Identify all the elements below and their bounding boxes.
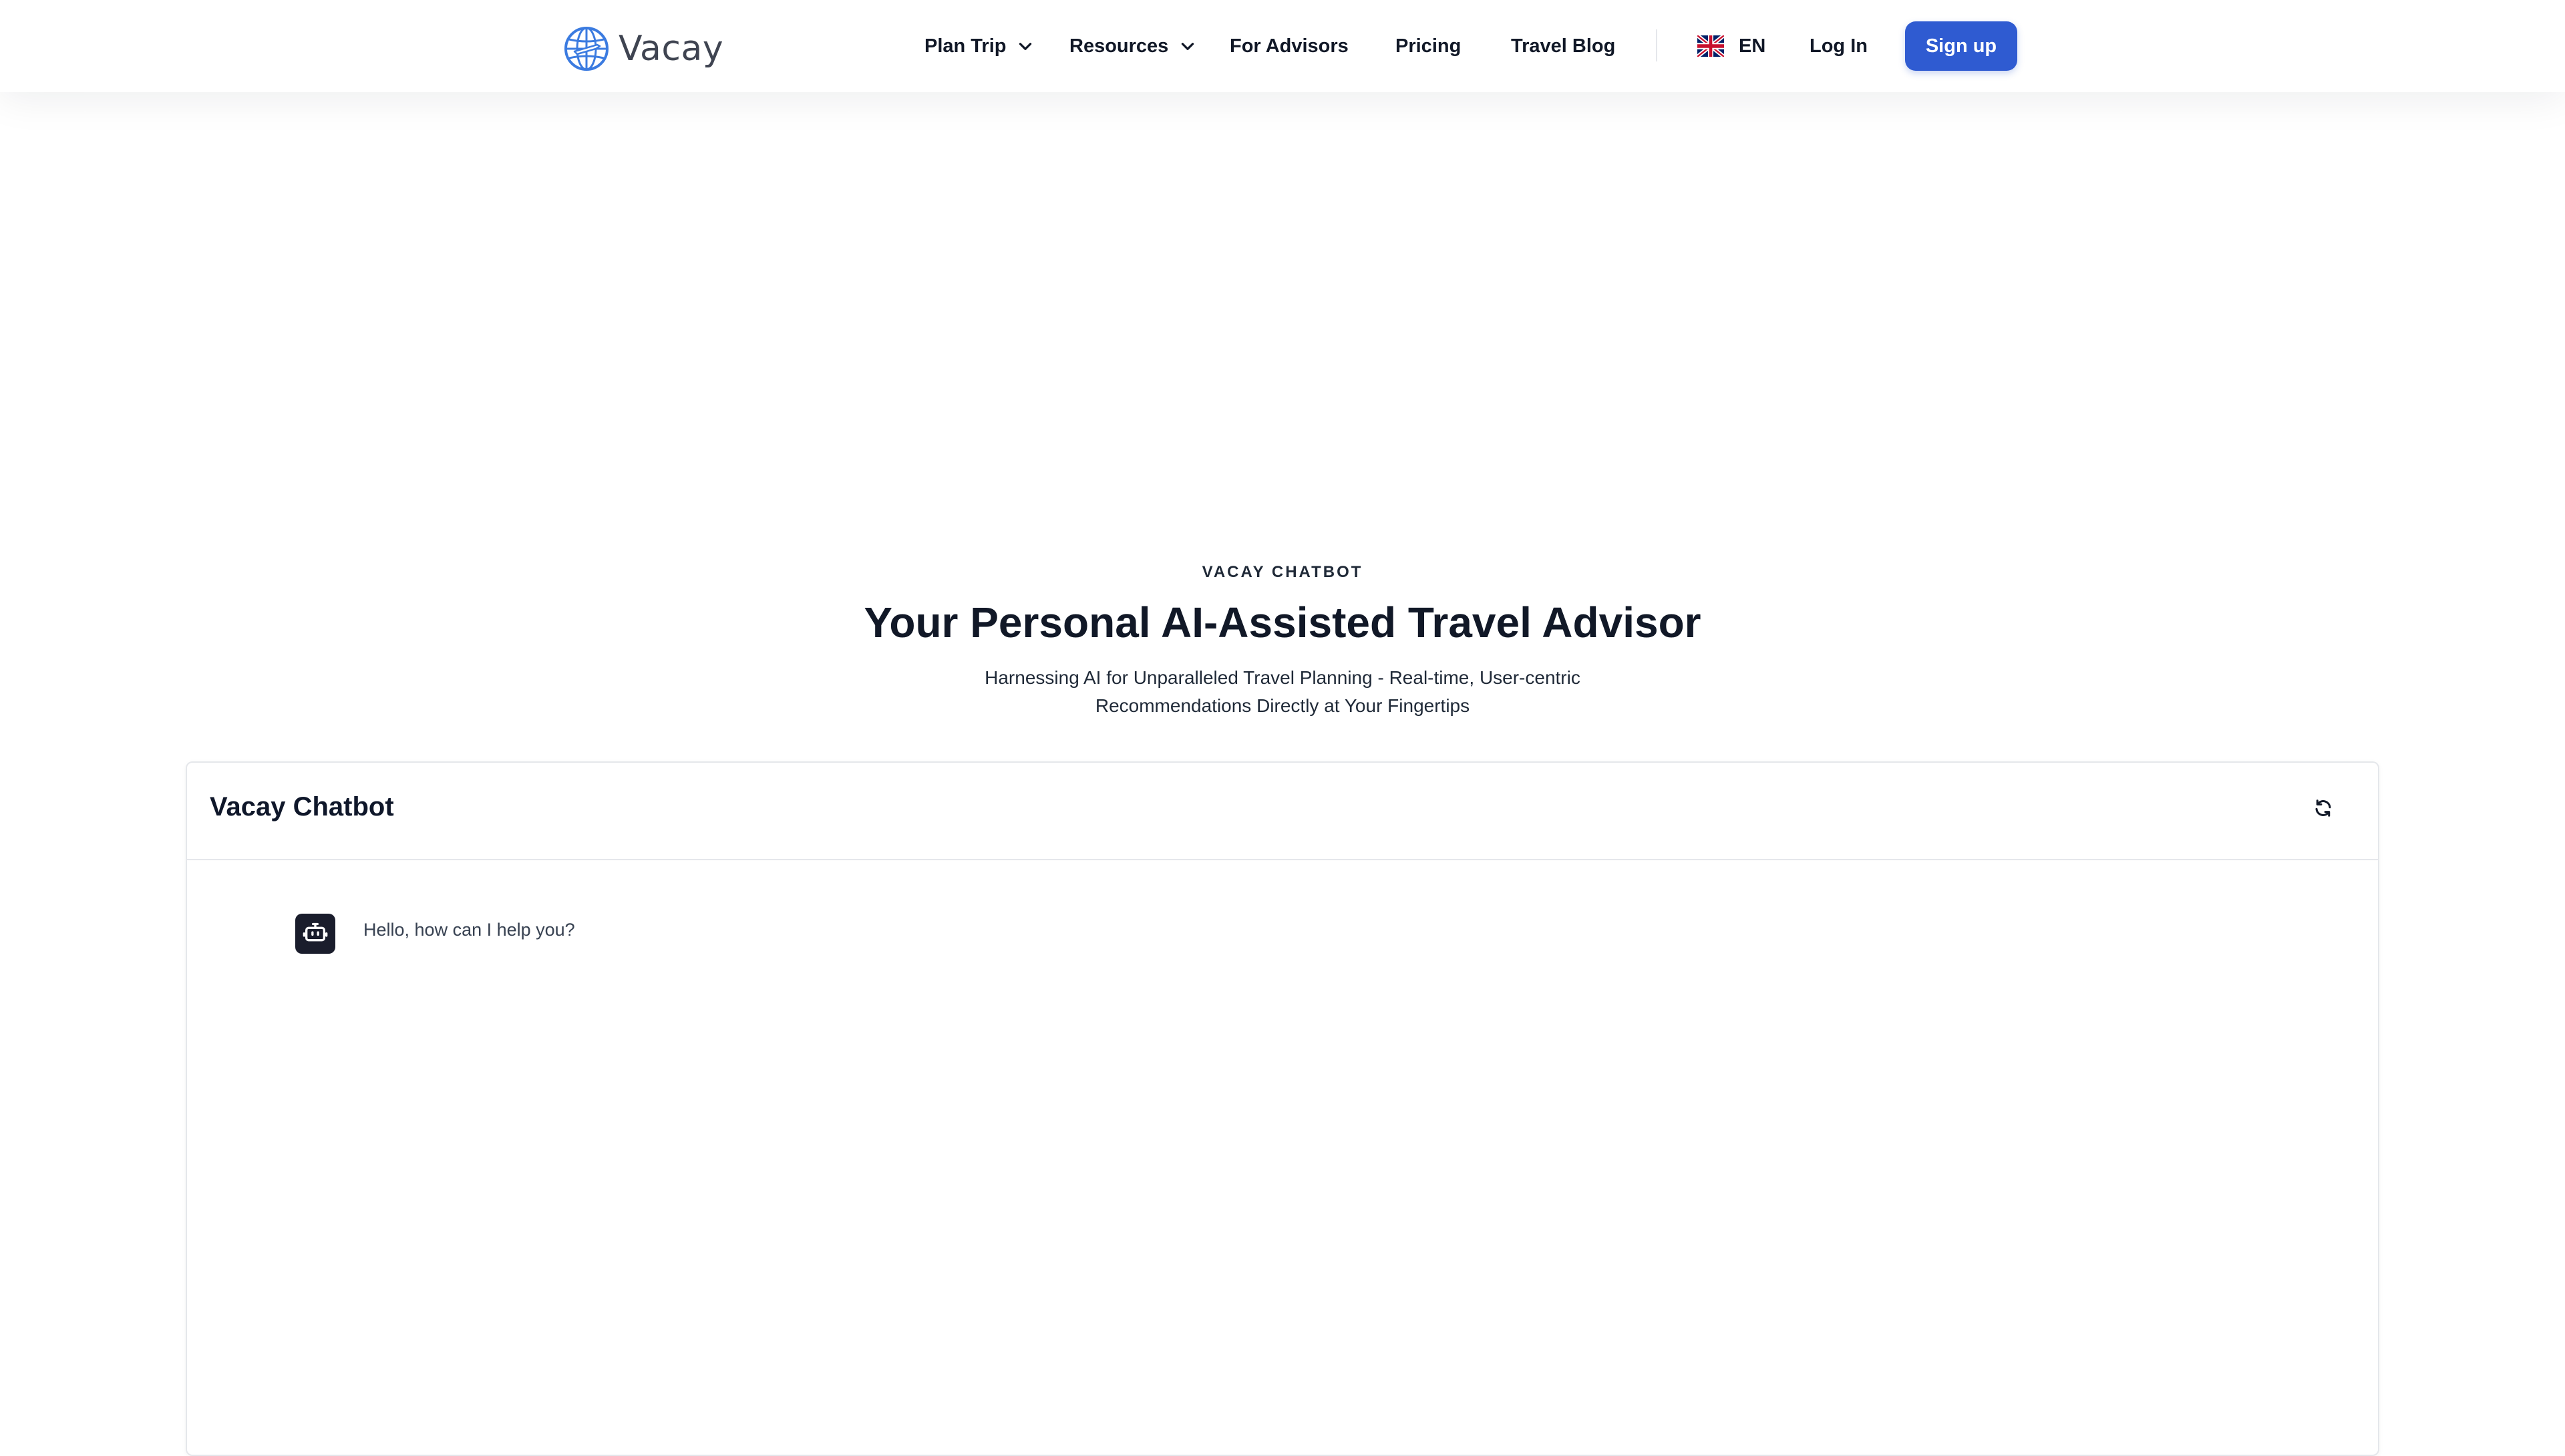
refresh-icon [2313,798,2333,822]
uk-flag-icon [1696,33,1725,59]
chevron-down-icon [1179,37,1196,55]
bot-avatar [295,914,335,954]
bot-message-text: Hello, how can I help you? [363,920,575,940]
chat-message: Hello, how can I help you? [295,914,575,954]
globe-plane-icon [562,25,611,73]
signup-button[interactable]: Sign up [1905,21,2017,71]
page-subtitle-line-1: Harnessing AI for Unparalleled Travel Pl… [985,667,1580,688]
nav-pricing[interactable]: Pricing [1395,27,1461,65]
nav-plan-trip-label: Plan Trip [924,35,1007,57]
login-link[interactable]: Log In [1810,27,1868,65]
page-subtitle-line-2: Recommendations Directly at Your Fingert… [1095,695,1470,716]
language-code: EN [1739,35,1766,57]
nav-for-advisors[interactable]: For Advisors [1230,27,1349,65]
nav-resources[interactable]: Resources [1069,27,1196,65]
chat-header: Vacay Chatbot [187,763,2378,860]
chat-panel: Vacay Chatbot Hello, how can I help you? [186,761,2379,1456]
logo-link[interactable]: Vacay [562,24,723,73]
nav-divider [1656,29,1657,61]
nav-travel-blog[interactable]: Travel Blog [1511,27,1615,65]
page-subtitle: Harnessing AI for Unparalleled Travel Pl… [935,664,1630,720]
chevron-down-icon [1017,37,1034,55]
language-selector[interactable]: EN [1696,27,1766,65]
nav-plan-trip[interactable]: Plan Trip [924,27,1034,65]
robot-icon [302,919,329,949]
section-eyebrow: VACAY CHATBOT [1202,563,1363,581]
logo-text: Vacay [619,29,724,69]
page-title: Your Personal AI-Assisted Travel Advisor [864,598,1701,647]
nav-resources-label: Resources [1069,35,1169,57]
refresh-chat-button[interactable] [2308,795,2338,824]
site-header: Vacay Plan Trip Resources For Advisors P… [0,0,2565,92]
chat-title: Vacay Chatbot [210,792,394,822]
